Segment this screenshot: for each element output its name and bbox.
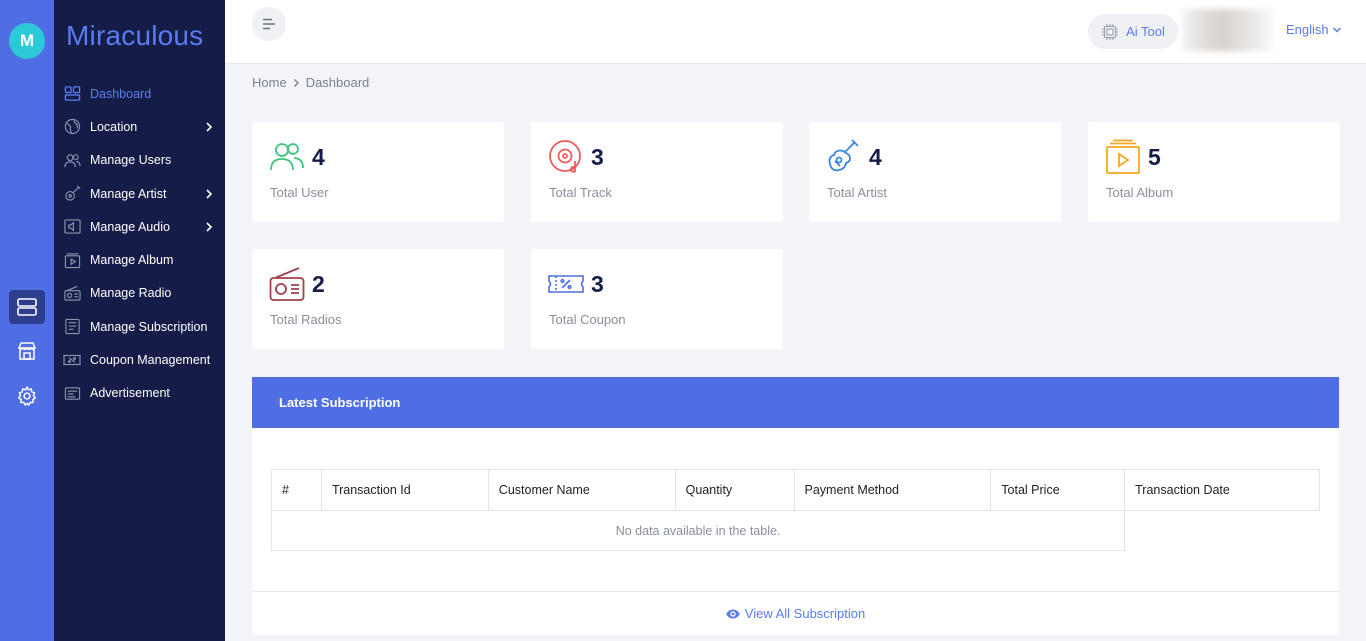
- app-logo[interactable]: M: [9, 23, 45, 59]
- guitar-icon: [63, 185, 81, 203]
- coupon-icon: [63, 351, 81, 369]
- language-selector[interactable]: English: [1286, 22, 1342, 37]
- sidebar-item-manage-users[interactable]: Manage Users: [54, 144, 225, 177]
- table-row: No data available in the table.: [270, 510, 1320, 551]
- sidebar-nav: Dashboard Location Manage Users Manage A…: [54, 77, 225, 410]
- sidebar-item-manage-subscription[interactable]: Manage Subscription: [54, 310, 225, 343]
- stat-value: 3: [591, 271, 604, 297]
- subscription-icon: [63, 318, 81, 336]
- radio-icon: [269, 267, 305, 301]
- sidebar-item-manage-audio[interactable]: Manage Audio: [54, 210, 225, 243]
- column-header-number[interactable]: #: [271, 469, 322, 511]
- stat-card-total-album[interactable]: 5 Total Album: [1088, 122, 1340, 222]
- stat-label: Total Coupon: [549, 312, 626, 327]
- globe-icon: [63, 118, 81, 136]
- panel-title: Latest Subscription: [252, 377, 1339, 428]
- chevron-right-icon: [293, 78, 299, 87]
- dashboard-icon: [63, 85, 81, 103]
- sidebar-item-label: Manage Subscription: [90, 319, 208, 334]
- chevron-right-icon: [206, 122, 213, 132]
- menu-lines-icon: [263, 18, 275, 30]
- stat-card-total-user[interactable]: 4 Total User: [252, 122, 504, 222]
- column-header-transaction-id[interactable]: Transaction Id: [320, 469, 489, 511]
- view-all-label: View All Subscription: [744, 606, 866, 621]
- column-header-quantity[interactable]: Quantity: [674, 469, 795, 511]
- stat-value: 2: [312, 271, 325, 297]
- stat-card-total-artist[interactable]: 4 Total Artist: [809, 122, 1061, 222]
- stat-value: 5: [1148, 144, 1161, 170]
- sidebar-item-location[interactable]: Location: [54, 110, 225, 143]
- stat-value: 4: [869, 144, 882, 170]
- stat-value: 4: [312, 144, 325, 170]
- breadcrumb-current: Dashboard: [305, 75, 370, 90]
- advertisement-icon: [63, 384, 81, 402]
- sidebar-item-advertisement[interactable]: Advertisement: [54, 377, 225, 410]
- latest-subscription-panel: Latest Subscription # Transaction Id Cus…: [252, 377, 1339, 635]
- brand-title: Miraculous: [66, 20, 204, 51]
- chevron-down-icon: [1332, 26, 1341, 33]
- eye-icon: [725, 609, 740, 618]
- sidebar-item-coupon-management[interactable]: Coupon Management: [54, 343, 225, 376]
- store-icon: [17, 342, 37, 360]
- sidebar-item-label: Manage Audio: [90, 219, 170, 234]
- ai-tool-label: Ai Tool: [1126, 24, 1165, 39]
- sidebar-item-label: Manage Artist: [90, 186, 167, 201]
- chevron-right-icon: [206, 188, 213, 199]
- coupon-icon: [548, 275, 584, 293]
- sidebar-item-manage-radio[interactable]: Manage Radio: [54, 277, 225, 310]
- stat-label: Total User: [270, 185, 329, 200]
- rail-settings-button[interactable]: [9, 379, 45, 413]
- breadcrumb: Home Dashboard: [252, 75, 369, 90]
- subscription-table: # Transaction Id Customer Name Quantity …: [270, 469, 1320, 551]
- sidebar-item-label: Manage Radio: [90, 286, 172, 301]
- column-header-total-price[interactable]: Total Price: [990, 469, 1126, 511]
- breadcrumb-home[interactable]: Home: [252, 75, 287, 90]
- sidebar-item-label: Manage Album: [90, 253, 174, 268]
- sidebar: Miraculous Dashboard Location Manage Use…: [54, 0, 225, 641]
- gear-icon: [17, 385, 37, 407]
- sidebar-item-manage-album[interactable]: Manage Album: [54, 243, 225, 276]
- guitar-icon: [828, 139, 859, 172]
- column-header-transaction-date[interactable]: Transaction Date: [1124, 469, 1320, 511]
- icon-rail: M: [0, 0, 54, 641]
- radio-icon: [63, 284, 81, 302]
- stat-label: Total Album: [1106, 185, 1174, 200]
- dashboard-icon: [17, 298, 37, 316]
- rail-dashboard-button[interactable]: [9, 290, 45, 324]
- stat-label: Total Artist: [827, 185, 887, 200]
- stat-value: 3: [591, 144, 604, 170]
- chevron-right-icon: [206, 222, 213, 232]
- users-icon: [270, 143, 304, 171]
- sidebar-item-label: Advertisement: [90, 386, 170, 401]
- vinyl-icon: [549, 140, 581, 173]
- column-header-payment-method[interactable]: Payment Method: [793, 469, 992, 511]
- table-header-row: # Transaction Id Customer Name Quantity …: [271, 469, 1320, 511]
- top-header: Ai Tool English: [225, 0, 1366, 64]
- sidebar-item-label: Dashboard: [90, 86, 152, 101]
- view-all-subscription-link[interactable]: View All Subscription: [252, 591, 1339, 635]
- empty-table-message: No data available in the table.: [270, 510, 1126, 551]
- ai-tool-button[interactable]: Ai Tool: [1088, 14, 1178, 49]
- album-icon: [63, 251, 81, 269]
- chip-icon: [1102, 23, 1119, 40]
- menu-toggle-button[interactable]: [252, 7, 286, 41]
- sidebar-item-label: Manage Users: [90, 153, 172, 168]
- stat-card-total-track[interactable]: 3 Total Track: [531, 122, 783, 222]
- user-avatar[interactable]: [1182, 9, 1274, 51]
- sidebar-item-manage-artist[interactable]: Manage Artist: [54, 177, 225, 210]
- album-icon: [1106, 139, 1140, 174]
- column-header-customer-name[interactable]: Customer Name: [487, 469, 676, 511]
- sidebar-item-dashboard[interactable]: Dashboard: [54, 77, 225, 110]
- rail-store-button[interactable]: [9, 334, 45, 368]
- table-empty-cell: [1124, 510, 1320, 551]
- language-label: English: [1286, 22, 1329, 37]
- stat-label: Total Radios: [270, 312, 342, 327]
- sidebar-item-label: Location: [90, 119, 138, 134]
- stat-card-total-coupon[interactable]: 3 Total Coupon: [531, 249, 783, 349]
- speaker-icon: [63, 218, 81, 236]
- users-icon: [63, 151, 81, 169]
- stat-card-total-radios[interactable]: 2 Total Radios: [252, 249, 504, 349]
- stat-label: Total Track: [549, 185, 612, 200]
- sidebar-item-label: Coupon Management: [90, 353, 211, 368]
